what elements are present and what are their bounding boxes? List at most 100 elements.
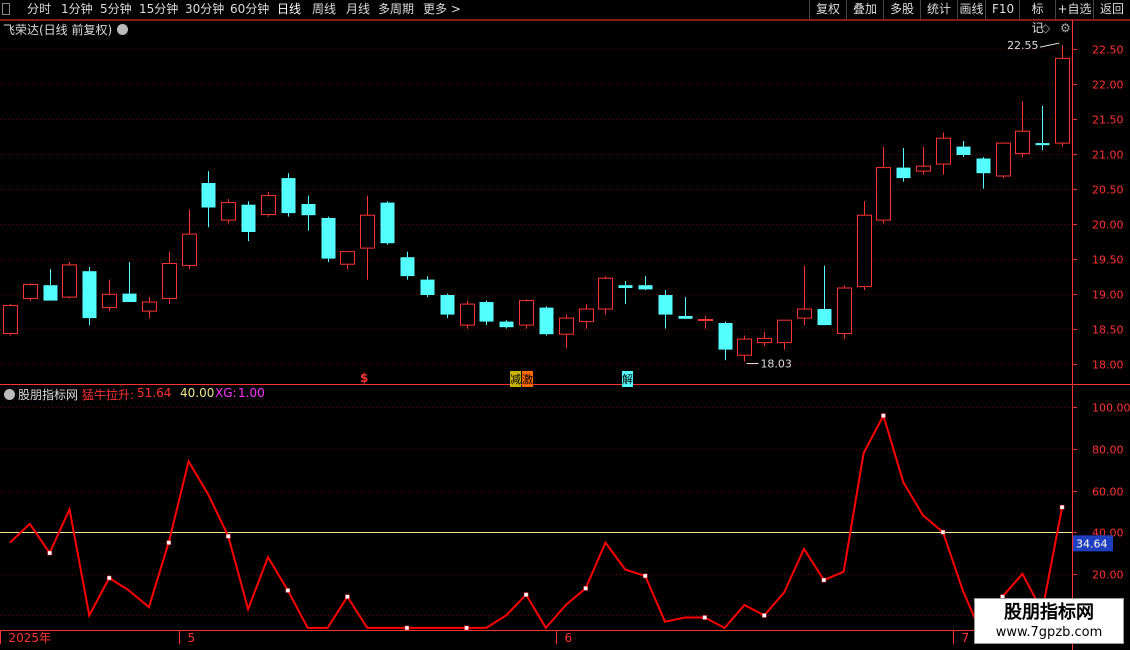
candle-body-down <box>539 307 554 335</box>
indicator-marker <box>1059 504 1065 510</box>
candle-body-up <box>1015 130 1030 155</box>
candle-body-up <box>360 214 375 249</box>
max-price-arrow <box>1039 42 1060 48</box>
candle-body-up <box>857 214 872 288</box>
candle-body-up <box>162 263 177 299</box>
date-label: 5 <box>188 631 196 645</box>
price-tick-label: 18.50 <box>1092 324 1124 337</box>
indicator-dropdown-icon[interactable] <box>4 389 15 400</box>
min-price-label: 18.03 <box>760 358 792 371</box>
candle-body-up <box>62 264 77 298</box>
candle-body-up <box>102 293 117 309</box>
candle-body-up <box>261 195 276 216</box>
candle-body-up <box>757 337 772 344</box>
candle-body-up <box>519 300 534 326</box>
indicator-marker <box>762 613 767 618</box>
signal-reduce: 减 <box>510 371 521 387</box>
candle-body-up <box>460 303 475 326</box>
candle-body-down <box>718 323 733 350</box>
indicator-marker <box>642 573 648 579</box>
price-tick-label: 21.50 <box>1092 114 1124 127</box>
price-tick-label: 20.00 <box>1092 219 1124 232</box>
indicator-tick-label: 80.00 <box>1092 444 1124 457</box>
candle-body-down <box>658 295 673 315</box>
indicator-marker <box>226 534 231 539</box>
diamond-icon[interactable]: ◇ <box>1041 21 1050 35</box>
indicator-marker <box>583 586 588 591</box>
indicator-marker <box>940 529 946 535</box>
indicator-marker <box>881 413 886 418</box>
xg-label: XG: <box>215 386 237 400</box>
grid-lines <box>0 49 1072 616</box>
candle-body-up <box>579 308 594 323</box>
candle-body-down <box>420 279 435 295</box>
indicator-axis: 0.0020.0040.0060.0080.00100.0034.64 <box>1072 402 1130 623</box>
candle-body-up <box>221 202 236 221</box>
candle-body-up <box>837 287 852 334</box>
candle-body-up <box>737 338 752 356</box>
indicator-line <box>9 412 1064 639</box>
indicator-series <box>0 412 1072 639</box>
panel-frame <box>0 19 1130 650</box>
signal-dollar: $ <box>360 371 369 385</box>
candle-body-down <box>380 202 395 244</box>
candle-body-down <box>440 295 455 315</box>
price-tick-label: 21.00 <box>1092 149 1124 162</box>
max-price-label: 22.55 <box>1007 39 1039 52</box>
candle-body-up <box>598 277 613 310</box>
candle-body-down <box>201 183 216 208</box>
candle-body-down <box>321 218 336 259</box>
price-tick-label: 20.50 <box>1092 184 1124 197</box>
xg-value: 1.00 <box>238 386 265 400</box>
title-dropdown-icon[interactable] <box>117 24 128 35</box>
price-tick-label: 19.50 <box>1092 254 1124 267</box>
date-axis: 2025年 5 6 7 <box>0 631 970 645</box>
candle-body-up <box>1055 57 1070 144</box>
indicator-marker <box>523 592 529 597</box>
candle-body-up <box>797 308 812 319</box>
signal-excite: 激 <box>522 371 533 387</box>
candle-body-down <box>122 293 137 302</box>
price-tick-label: 22.50 <box>1092 44 1124 57</box>
candle-body-up <box>936 137 951 165</box>
watermark-logo: 股朋指标网 www.7gpzb.com <box>974 598 1124 644</box>
indicator-marker <box>404 625 410 631</box>
stock-title: 飞荣达(日线 前复权) <box>3 23 113 37</box>
candle-body-down <box>82 271 97 319</box>
candle-body-up <box>698 319 713 321</box>
candle-body-up <box>996 142 1011 177</box>
s1-label: 猛牛拉升: <box>82 388 135 402</box>
date-label: 6 <box>565 631 573 645</box>
price-axis: 18.00 18.50 19.00 19.50 20.00 20.50 21.00 21.50… <box>1072 44 1124 372</box>
candle-body-down <box>896 167 911 179</box>
indicator-tick-label: 100.00 <box>1092 402 1130 415</box>
candle-body-down <box>678 316 693 319</box>
indicator-marker <box>47 550 52 556</box>
candle-body-down <box>499 321 514 328</box>
current-value-label: 34.64 <box>1076 537 1108 550</box>
candle-body-down <box>618 285 633 288</box>
candlestick-series: 22.55 18.03 <box>3 39 1070 371</box>
s1-value: 51.64 <box>137 386 172 400</box>
price-tick-label: 18.00 <box>1092 359 1124 372</box>
candle-body-down <box>241 204 256 232</box>
candle-body-up <box>23 284 38 299</box>
date-label: 7 <box>962 631 970 645</box>
candle-body-up <box>559 317 574 335</box>
settings-icon[interactable]: ⚙ <box>1060 21 1071 35</box>
candle-body-down <box>1035 143 1050 146</box>
candle-body-down <box>956 146 971 155</box>
indicator-marker <box>166 540 171 545</box>
signal-release: 解 <box>622 371 633 387</box>
indicator-name: 股朋指标网 <box>18 388 79 402</box>
indicator-marker <box>702 615 707 620</box>
watermark-name: 股朋指标网 <box>1004 602 1094 623</box>
price-tick-label: 22.00 <box>1092 79 1124 92</box>
candle-body-up <box>3 305 18 334</box>
candle-body-down <box>638 285 653 290</box>
candle-body-down <box>301 204 316 216</box>
candle-body-down <box>976 158 991 174</box>
candle-body-up <box>916 165 931 172</box>
s2-value: 40.00 <box>180 386 215 400</box>
indicator-marker <box>285 588 291 593</box>
